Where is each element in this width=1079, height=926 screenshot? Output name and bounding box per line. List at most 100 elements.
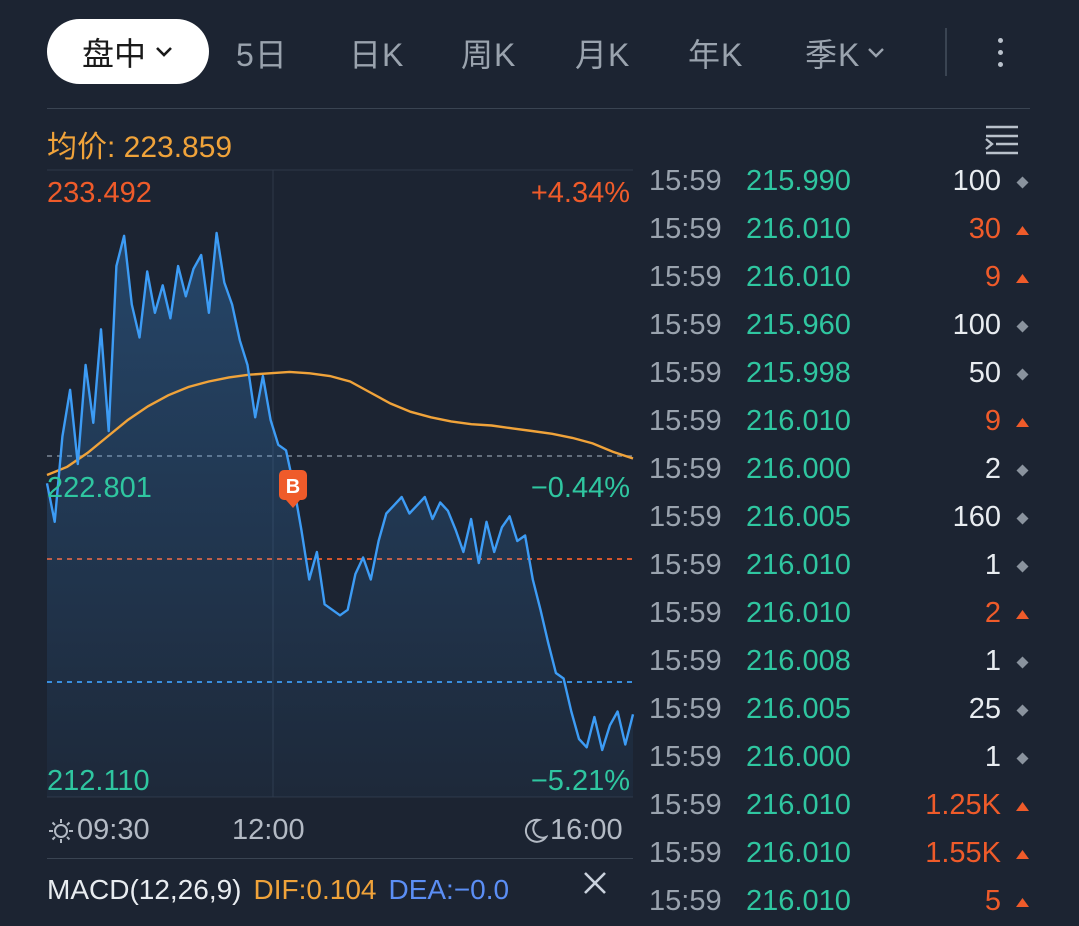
tick-price: 215.960: [746, 309, 851, 341]
tick-volume: 100: [952, 309, 1001, 341]
neutral-diamond-icon: [1016, 320, 1029, 333]
axis-low-price: 212.110: [47, 765, 150, 797]
tick-row: 15:59 215.990 100: [645, 158, 1035, 206]
macd-divider: [47, 858, 633, 859]
tick-volume: 1: [984, 645, 1001, 677]
tick-price: 216.010: [746, 789, 851, 821]
tick-volume: 25: [968, 693, 1001, 725]
macd-indicator-row: MACD(12,26,9) DIF:0.104 DEA:−0.0: [47, 872, 606, 906]
tick-volume: 100: [952, 165, 1001, 197]
up-triangle-icon: [1016, 898, 1029, 907]
neutral-diamond-icon: [1016, 464, 1029, 477]
tick-price: 216.010: [746, 261, 851, 293]
tick-time: 15:59: [649, 213, 722, 245]
tick-row: 15:59 216.010 30: [645, 206, 1035, 254]
tick-row: 15:59 216.010 1.55K: [645, 830, 1035, 878]
tick-time: 15:59: [649, 741, 722, 773]
tick-row: 15:59 216.000 1: [645, 734, 1035, 782]
tick-row: 15:59 216.008 1: [645, 638, 1035, 686]
macd-name: MACD(12,26,9): [47, 874, 242, 905]
tick-time: 15:59: [649, 501, 722, 533]
up-triangle-icon: [1016, 610, 1029, 619]
neutral-diamond-icon: [1016, 176, 1029, 189]
time-end: 16:00: [522, 814, 623, 847]
macd-dea: DEA:−0.0: [388, 874, 510, 905]
tick-row: 15:59 216.010 2: [645, 590, 1035, 638]
up-triangle-icon: [1016, 850, 1029, 859]
tick-time: 15:59: [649, 645, 722, 677]
tick-row: 15:59 215.960 100: [645, 302, 1035, 350]
tick-price: 216.010: [746, 885, 851, 917]
tick-volume: 2: [984, 597, 1001, 629]
tick-price: 216.008: [746, 645, 851, 677]
neutral-diamond-icon: [1016, 368, 1029, 381]
tick-time: 15:59: [649, 789, 722, 821]
tick-time: 15:59: [649, 453, 722, 485]
tick-price: 216.005: [746, 693, 851, 725]
tick-row: 15:59 216.010 5: [645, 878, 1035, 926]
tick-price: 216.010: [746, 837, 851, 869]
neutral-diamond-icon: [1016, 656, 1029, 669]
up-triangle-icon: [1016, 274, 1029, 283]
tick-price: 216.010: [746, 597, 851, 629]
buy-marker-label: B: [286, 476, 300, 498]
tick-row: 15:59 216.010 9: [645, 398, 1035, 446]
up-triangle-icon: [1016, 802, 1029, 811]
tick-price: 216.010: [746, 549, 851, 581]
tick-price: 216.005: [746, 501, 851, 533]
neutral-diamond-icon: [1016, 560, 1029, 573]
tick-volume: 1: [984, 549, 1001, 581]
tick-time: 15:59: [649, 549, 722, 581]
tick-volume: 1.25K: [925, 789, 1001, 821]
tick-time: 15:59: [649, 885, 722, 917]
moon-icon: [524, 818, 548, 843]
tick-price: 215.990: [746, 165, 851, 197]
tick-row: 15:59 216.005 25: [645, 686, 1035, 734]
tick-price: 215.998: [746, 357, 851, 389]
tick-time: 15:59: [649, 165, 722, 197]
tick-volume: 50: [968, 357, 1001, 389]
macd-dif: DIF:0.104: [253, 874, 377, 905]
tick-time: 15:59: [649, 693, 722, 725]
tick-time: 15:59: [649, 405, 722, 437]
tick-time: 15:59: [649, 597, 722, 629]
tick-price: 216.000: [746, 453, 851, 485]
tick-time: 15:59: [649, 357, 722, 389]
tick-volume: 9: [984, 405, 1001, 437]
sun-icon: [49, 818, 73, 843]
tick-volume: 160: [952, 501, 1001, 533]
tick-price: 216.010: [746, 213, 851, 245]
tick-row: 15:59 216.005 160: [645, 494, 1035, 542]
tick-row: 15:59 216.010 1: [645, 542, 1035, 590]
tick-volume: 30: [968, 213, 1001, 245]
time-start: 09:30: [47, 814, 150, 847]
axis-ref-percent: −0.44%: [530, 472, 630, 504]
axis-high-percent: +4.34%: [530, 177, 630, 209]
tick-row: 15:59 216.010 1.25K: [645, 782, 1035, 830]
close-icon[interactable]: [582, 870, 608, 896]
tick-volume: 9: [984, 261, 1001, 293]
time-start-label: 09:30: [77, 814, 150, 846]
axis-ref-price: 222.801: [47, 472, 152, 504]
tick-volume: 1: [984, 741, 1001, 773]
neutral-diamond-icon: [1016, 752, 1029, 765]
axis-low-percent: −5.21%: [530, 765, 630, 797]
tick-row: 15:59 215.998 50: [645, 350, 1035, 398]
tick-row: 15:59 216.000 2: [645, 446, 1035, 494]
tick-time: 15:59: [649, 261, 722, 293]
up-triangle-icon: [1016, 226, 1029, 235]
tick-by-tick-list[interactable]: 15:59 215.990 100 15:59 216.010 30 15:59 216.01…: [645, 158, 1035, 926]
tick-volume: 1.55K: [925, 837, 1001, 869]
tick-volume: 5: [984, 885, 1001, 917]
tick-time: 15:59: [649, 309, 722, 341]
tick-time: 15:59: [649, 837, 722, 869]
neutral-diamond-icon: [1016, 512, 1029, 525]
time-mid: 12:00: [232, 814, 305, 846]
tick-price: 216.010: [746, 405, 851, 437]
axis-high-price: 233.492: [47, 177, 152, 209]
up-triangle-icon: [1016, 418, 1029, 427]
tick-volume: 2: [984, 453, 1001, 485]
time-end-label: 16:00: [550, 814, 623, 846]
neutral-diamond-icon: [1016, 704, 1029, 717]
tick-price: 216.000: [746, 741, 851, 773]
